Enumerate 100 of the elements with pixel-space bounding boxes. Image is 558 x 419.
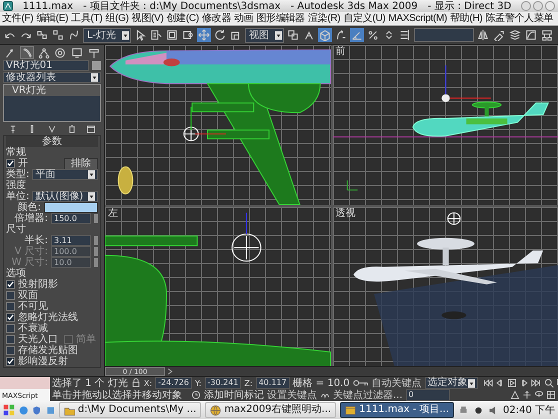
toolbar-dropdown[interactable]: 视图 <box>245 28 284 42</box>
transform-gizmo-icon[interactable] <box>183 106 226 142</box>
toolbar-button[interactable] <box>524 28 538 42</box>
menu-item[interactable]: 视图(V) <box>132 12 164 24</box>
menu-item[interactable]: 组(G) <box>105 12 129 24</box>
named-selection-field[interactable] <box>414 28 474 42</box>
checkbox[interactable] <box>6 313 15 322</box>
coordinate-field[interactable]: -30.241 <box>204 377 242 389</box>
checkbox[interactable] <box>6 302 15 311</box>
viewport[interactable]: 前 <box>332 45 558 204</box>
key-filters-button[interactable]: 关键点过滤器... <box>333 390 403 400</box>
toolbar-button[interactable] <box>366 28 380 42</box>
shield-icon[interactable] <box>32 404 42 416</box>
transform-gizmo-icon[interactable] <box>232 212 262 262</box>
light-color-swatch[interactable] <box>44 202 98 213</box>
toolbar-button[interactable] <box>67 28 81 42</box>
time-tag-icon[interactable] <box>191 390 201 400</box>
rollout-header[interactable]: 参数 <box>6 136 98 147</box>
units-dropdown[interactable]: 默认(图像) <box>32 191 98 202</box>
transform-gizmo-icon[interactable] <box>441 64 491 102</box>
toolbar-button[interactable] <box>318 28 332 42</box>
menu-item[interactable]: 文件(F) <box>2 12 34 24</box>
caret-icon[interactable] <box>88 192 95 201</box>
toolbar-button[interactable] <box>286 28 300 42</box>
coordinate-field[interactable]: -24.726 <box>155 377 192 389</box>
toolbar-button[interactable] <box>334 28 348 42</box>
exclude-button[interactable]: 排除 <box>64 158 98 170</box>
add-time-tag-text[interactable]: 添加时间标记 <box>204 390 264 400</box>
frame-field[interactable]: 0 <box>406 389 450 401</box>
caret-icon[interactable] <box>88 170 95 179</box>
transform-gizmo-icon[interactable] <box>446 212 460 224</box>
globe-icon[interactable] <box>18 404 28 416</box>
menu-item[interactable]: 动画 <box>234 12 254 24</box>
toolbar-button[interactable] <box>540 28 554 42</box>
modifier-list-dropdown[interactable]: 修改器列表 <box>3 72 101 83</box>
menu-item[interactable]: 编辑(E) <box>36 12 68 24</box>
menu-item[interactable]: 渲染(R) <box>308 12 340 24</box>
dot-icon[interactable] <box>473 404 484 416</box>
lock-icon[interactable] <box>130 378 141 388</box>
panel-tab[interactable] <box>86 46 101 59</box>
menu-item[interactable]: 陈孟警个人菜单 <box>485 12 554 24</box>
caret-icon[interactable] <box>468 378 475 388</box>
checkbox[interactable] <box>6 346 15 355</box>
checkbox[interactable] <box>6 324 15 333</box>
set-key-button[interactable]: 设置关键点 <box>267 390 317 400</box>
taskbar-button[interactable]: 1111.max - 项目... <box>340 402 454 418</box>
checkbox-label: 忽略灯光法线 <box>18 312 78 323</box>
viewport-label[interactable]: 透视 <box>336 208 356 218</box>
menu-item[interactable]: 图形编辑器 <box>256 12 305 24</box>
orbit-icon <box>534 390 544 400</box>
taskbar-button[interactable]: max2009右键照明动... <box>205 402 336 418</box>
object-color-swatch[interactable] <box>92 61 101 70</box>
panel-tab[interactable] <box>53 46 68 59</box>
checkbox[interactable] <box>6 280 15 289</box>
menu-item[interactable]: 工具(T) <box>71 12 102 24</box>
checkbox[interactable] <box>6 335 15 344</box>
toolbar-button[interactable] <box>350 28 364 42</box>
toolbar-button[interactable] <box>197 28 212 42</box>
caret-icon[interactable] <box>122 30 130 40</box>
checkbox[interactable] <box>6 159 15 168</box>
auto-key-button[interactable]: 自动关键点 <box>372 378 422 388</box>
taskbar-button[interactable]: d:\My Documents\My ... <box>58 402 202 418</box>
menu-item[interactable]: 自定义(U) <box>343 12 386 24</box>
menu-item[interactable]: MAXScript(M) <box>388 12 448 24</box>
viewport-label[interactable]: 前 <box>336 46 346 57</box>
viewport[interactable]: 透视 <box>332 206 558 366</box>
toolbar-dropdown[interactable]: L-灯光 <box>83 28 132 42</box>
panel-tab[interactable] <box>20 46 34 59</box>
start-button[interactable] <box>3 403 15 417</box>
printer-icon[interactable] <box>458 404 470 416</box>
toolbar-button[interactable] <box>476 28 490 42</box>
key-mode-dropdown[interactable]: 选定对象 <box>424 377 478 389</box>
caret-icon[interactable] <box>91 73 98 82</box>
key-icon[interactable] <box>352 379 369 387</box>
stack-item[interactable]: VR灯光 <box>4 85 100 96</box>
viewport-label[interactable]: 左 <box>108 208 118 218</box>
windows-icon[interactable] <box>46 404 55 416</box>
toolbar-button[interactable] <box>51 28 65 42</box>
checkbox[interactable] <box>6 357 15 366</box>
menu-item[interactable]: 创建(C) <box>166 12 199 24</box>
caret-icon[interactable] <box>275 30 282 40</box>
object-name-field[interactable]: VR灯光01 <box>3 60 89 71</box>
menu-item[interactable]: 修改器 <box>202 12 231 24</box>
toolbar-button[interactable] <box>181 28 196 42</box>
viewport[interactable]: 左 <box>105 206 330 366</box>
panel-tab[interactable] <box>36 46 51 59</box>
toolbar-button[interactable] <box>508 28 522 42</box>
toolbar-button[interactable] <box>492 28 506 42</box>
toolbar-button[interactable] <box>35 28 49 42</box>
size-field[interactable]: 3.11 <box>51 235 91 246</box>
checkbox[interactable] <box>6 291 15 300</box>
type-dropdown[interactable]: 平面 <box>32 169 98 180</box>
toolbar-button[interactable] <box>213 28 228 42</box>
panel-tab[interactable] <box>70 46 84 59</box>
multiplier-field[interactable]: 150.0 <box>51 213 91 224</box>
toolbar-button[interactable] <box>149 28 164 42</box>
toolbar-button[interactable] <box>165 28 180 42</box>
coordinate-field[interactable]: 40.117 <box>256 377 290 389</box>
menu-item[interactable]: 帮助(H) <box>450 12 482 24</box>
move-icon <box>198 29 210 41</box>
